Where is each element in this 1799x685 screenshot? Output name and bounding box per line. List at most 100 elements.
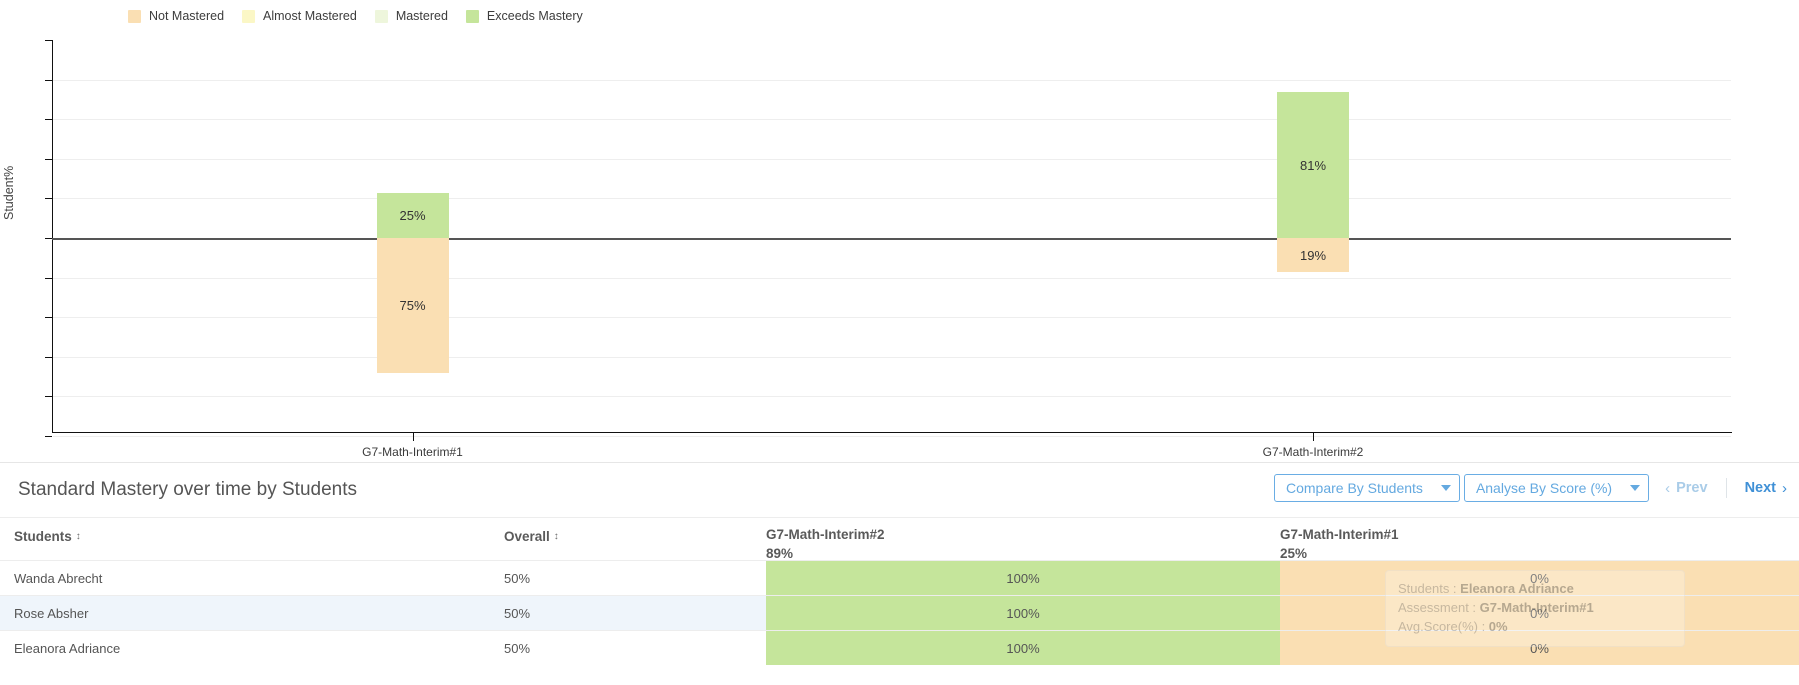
gridline <box>53 396 1731 398</box>
legend-item-label: Almost Mastered <box>263 9 357 23</box>
analyse-by-select-value: Analyse By Score (%) <box>1475 480 1613 496</box>
gridline <box>53 198 1731 200</box>
gridline <box>53 356 1731 358</box>
bar-segment-label: 81% <box>1299 157 1327 173</box>
cell-overall: 50% <box>504 631 766 665</box>
legend-item[interactable]: Almost Mastered <box>242 9 357 23</box>
chevron-down-icon <box>1630 485 1641 491</box>
legend-swatch-icon <box>128 9 141 23</box>
x-axis-tick <box>1313 432 1314 441</box>
chevron-down-icon <box>1440 485 1451 491</box>
legend-item[interactable]: Not Mastered <box>128 9 224 23</box>
assessment-2-value: 100% <box>1006 605 1040 621</box>
legend-item[interactable]: Mastered <box>374 9 448 23</box>
panel-controls: Compare By Students Analyse By Score (%)… <box>1273 474 1787 502</box>
table-header-cell[interactable]: Overall ↕ <box>504 518 766 544</box>
legend-item-label: Mastered <box>395 9 448 23</box>
x-axis-label: G7-Math-Interim#1 <box>362 445 463 459</box>
next-label: Next <box>1744 480 1776 496</box>
panel-header: Standard Mastery over time by Students C… <box>0 463 1799 517</box>
overall-value: 50% <box>504 640 531 656</box>
column-label: G7-Math-Interim#1 <box>1280 527 1399 542</box>
pager-divider <box>1725 478 1727 498</box>
table-body: Wanda Abrecht 50% 100% 0% Rose Absher 50% 100%… <box>0 560 1799 665</box>
overall-value: 50% <box>504 605 531 621</box>
pagination: ‹ Prev Next › <box>1665 478 1787 498</box>
y-axis-tick <box>45 79 52 81</box>
bar-segment-label: 75% <box>399 298 426 313</box>
cell-assessment-2[interactable]: 100% <box>766 561 1280 595</box>
cell-assessment-2[interactable]: 100% <box>766 596 1280 630</box>
bar-segment[interactable]: 81% <box>1277 92 1349 238</box>
table-row[interactable]: Rose Absher 50% 100% 0% <box>0 595 1799 630</box>
header-stack: G7-Math-Interim#2 89% <box>766 518 885 563</box>
cell-overall: 50% <box>504 596 766 630</box>
bar-segment[interactable]: 19% <box>1277 238 1349 273</box>
assessment-1-value: 0% <box>1530 640 1549 656</box>
next-button[interactable]: Next › <box>1745 480 1787 497</box>
y-axis-tick <box>45 436 52 437</box>
gridline <box>53 277 1731 279</box>
bar-segment[interactable]: 75% <box>376 238 449 373</box>
cell-assessment-2[interactable]: 100% <box>766 631 1280 665</box>
cell-student: Eleanora Adriance <box>0 631 504 665</box>
chevron-left-icon: ‹ <box>1665 479 1671 497</box>
x-axis-line <box>52 432 1732 433</box>
y-axis-title: Student% <box>2 165 16 220</box>
legend-swatch-icon <box>374 9 388 23</box>
y-axis-tick <box>45 396 52 398</box>
cell-assessment-1[interactable]: 0% <box>1280 631 1799 665</box>
gridline <box>53 119 1731 121</box>
assessment-1-value: 0% <box>1530 605 1549 621</box>
header-stack: G7-Math-Interim#1 25% <box>1280 518 1399 563</box>
cell-student: Wanda Abrecht <box>0 561 504 595</box>
gridline <box>53 317 1731 319</box>
y-axis-line <box>52 40 53 433</box>
y-axis-tick <box>45 158 52 160</box>
table-header-cell: G7-Math-Interim#1 25% <box>1280 518 1799 563</box>
assessment-1-value: 0% <box>1530 570 1549 586</box>
legend-item[interactable]: Exceeds Mastery <box>465 9 583 23</box>
cell-assessment-1[interactable]: 0% <box>1280 596 1799 630</box>
y-axis-tick <box>45 238 52 239</box>
analyse-by-select[interactable]: Analyse By Score (%) <box>1463 474 1650 502</box>
table-row[interactable]: Wanda Abrecht 50% 100% 0% <box>0 560 1799 595</box>
chart-legend: Not Mastered Almost Mastered Mastered Excee… <box>0 0 1799 32</box>
cell-assessment-1[interactable]: 0% <box>1280 561 1799 595</box>
y-axis-tick <box>45 119 52 121</box>
prev-button[interactable]: ‹ Prev <box>1665 480 1707 497</box>
gridline <box>53 158 1731 160</box>
y-axis-tick <box>45 277 52 279</box>
legend-swatch-icon <box>242 9 256 23</box>
compare-by-select[interactable]: Compare By Students <box>1273 474 1460 502</box>
chevron-right-icon: › <box>1782 479 1787 497</box>
bar-segment-label: 19% <box>1299 247 1327 263</box>
students-mastery-panel: Standard Mastery over time by Students C… <box>0 462 1799 685</box>
y-axis-tick <box>45 198 52 200</box>
table-header-cell[interactable]: Students ↕ <box>0 518 504 544</box>
prev-label: Prev <box>1676 480 1708 496</box>
table-row[interactable]: Eleanora Adriance 50% 100% 0% <box>0 630 1799 665</box>
cell-overall: 50% <box>504 561 766 595</box>
student-name: Rose Absher <box>14 605 89 621</box>
assessment-2-value: 100% <box>1006 570 1040 586</box>
sort-icon[interactable]: ↕ <box>76 531 81 542</box>
table-header-row: Students ↕ Overall ↕ G7-Math-Interim#2 89% G7-… <box>0 517 1799 563</box>
column-label: Students ↕ <box>14 529 81 544</box>
assessment-2-value: 100% <box>1006 640 1040 656</box>
sort-icon[interactable]: ↕ <box>554 531 559 542</box>
compare-by-select-value: Compare By Students <box>1285 480 1423 496</box>
student-name: Eleanora Adriance <box>14 640 121 656</box>
column-label: G7-Math-Interim#2 <box>766 527 885 542</box>
x-axis-tick <box>412 432 414 441</box>
student-name: Wanda Abrecht <box>14 570 103 586</box>
zero-baseline <box>52 238 1731 240</box>
column-label: Overall ↕ <box>504 529 559 544</box>
legend-item-label: Not Mastered <box>149 9 225 23</box>
mastery-over-time-chart: Student% 25% 75% 81% 19% G7-Math-Interim#1 G… <box>0 32 1799 462</box>
bar-segment-label: 25% <box>399 208 426 223</box>
page-title: Standard Mastery over time by Students <box>18 479 357 500</box>
cell-student: Rose Absher <box>0 596 504 630</box>
y-axis-tick <box>45 356 52 358</box>
bar-segment[interactable]: 25% <box>376 193 449 238</box>
